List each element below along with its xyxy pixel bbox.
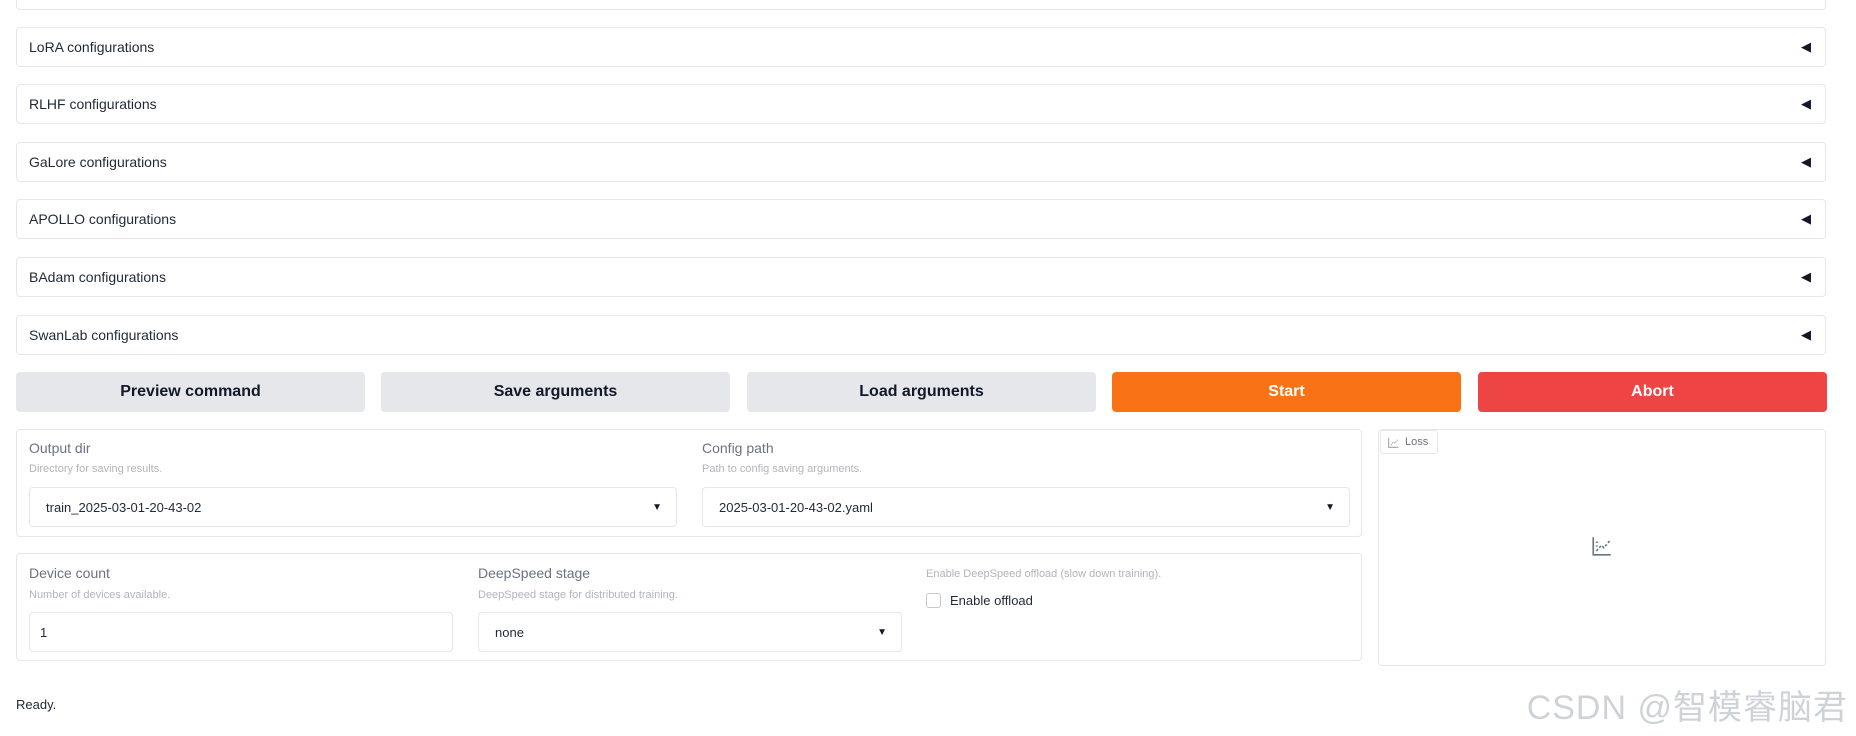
abort-button[interactable]: Abort (1478, 372, 1827, 412)
output-dir-info: Directory for saving results. (29, 463, 163, 475)
collapse-caret-icon: ◀ (1801, 154, 1811, 169)
enable-offload-checkbox[interactable] (926, 593, 941, 608)
deepspeed-stage-dropdown[interactable]: none ▼ (478, 612, 902, 652)
deepspeed-stage-info: DeepSpeed stage for distributed training… (478, 589, 678, 601)
accordion-partial[interactable] (16, 0, 1826, 10)
accordion-apollo[interactable]: APOLLO configurations ◀ (16, 199, 1826, 239)
device-count-input[interactable]: 1 (29, 612, 453, 652)
collapse-caret-icon: ◀ (1801, 211, 1811, 226)
output-dir-dropdown[interactable]: train_2025-03-01-20-43-02 ▼ (29, 487, 677, 527)
deepspeed-stage-value: none (495, 624, 524, 640)
enable-offload-label: Enable offload (950, 593, 1033, 608)
accordion-label: GaLore configurations (29, 154, 167, 170)
dropdown-arrow-icon: ▼ (1325, 501, 1335, 513)
output-dir-label: Output dir (29, 440, 91, 456)
accordion-label: SwanLab configurations (29, 327, 179, 343)
config-path-info: Path to config saving arguments. (702, 463, 863, 475)
dropdown-arrow-icon: ▼ (877, 626, 887, 638)
output-dir-value: train_2025-03-01-20-43-02 (46, 499, 202, 515)
device-deepspeed-panel: Device count Number of devices available… (16, 553, 1362, 661)
accordion-rlhf[interactable]: RLHF configurations ◀ (16, 84, 1826, 124)
config-path-dropdown[interactable]: 2025-03-01-20-43-02.yaml ▼ (702, 487, 1350, 527)
watermark: CSDN @智模睿脑君 (1526, 689, 1848, 727)
load-arguments-button[interactable]: Load arguments (747, 372, 1096, 412)
device-count-value: 1 (40, 624, 48, 640)
accordion-galore[interactable]: GaLore configurations ◀ (16, 142, 1826, 182)
collapse-caret-icon: ◀ (1801, 327, 1811, 342)
save-arguments-button[interactable]: Save arguments (381, 372, 730, 412)
start-button[interactable]: Start (1112, 372, 1461, 412)
accordion-label: APOLLO configurations (29, 211, 177, 227)
empty-plot-icon (1592, 537, 1611, 556)
accordion-label: RLHF configurations (29, 96, 157, 112)
device-count-info: Number of devices available. (29, 589, 171, 601)
accordion-label: LoRA configurations (29, 39, 155, 55)
collapse-caret-icon: ◀ (1801, 39, 1811, 54)
deepspeed-stage-label: DeepSpeed stage (478, 565, 591, 581)
accordion-badam[interactable]: BAdam configurations ◀ (16, 257, 1826, 297)
collapse-caret-icon: ◀ (1801, 269, 1811, 284)
device-count-label: Device count (29, 565, 110, 581)
preview-command-button[interactable]: Preview command (16, 372, 365, 412)
status-text: Ready. (16, 697, 57, 712)
accordion-label: BAdam configurations (29, 269, 166, 285)
chart-icon (1388, 437, 1399, 448)
dropdown-arrow-icon: ▼ (652, 501, 662, 513)
collapse-caret-icon: ◀ (1801, 96, 1811, 111)
loss-tab-label: Loss (1405, 436, 1429, 448)
accordion-swanlab[interactable]: SwanLab configurations ◀ (16, 315, 1826, 355)
output-config-panel: Output dir Directory for saving results.… (16, 429, 1362, 537)
offload-info: Enable DeepSpeed offload (slow down trai… (926, 568, 1162, 580)
config-path-value: 2025-03-01-20-43-02.yaml (719, 499, 873, 515)
config-path-label: Config path (702, 440, 774, 456)
loss-plot-tab[interactable]: Loss (1380, 430, 1438, 454)
accordion-lora[interactable]: LoRA configurations ◀ (16, 27, 1826, 67)
